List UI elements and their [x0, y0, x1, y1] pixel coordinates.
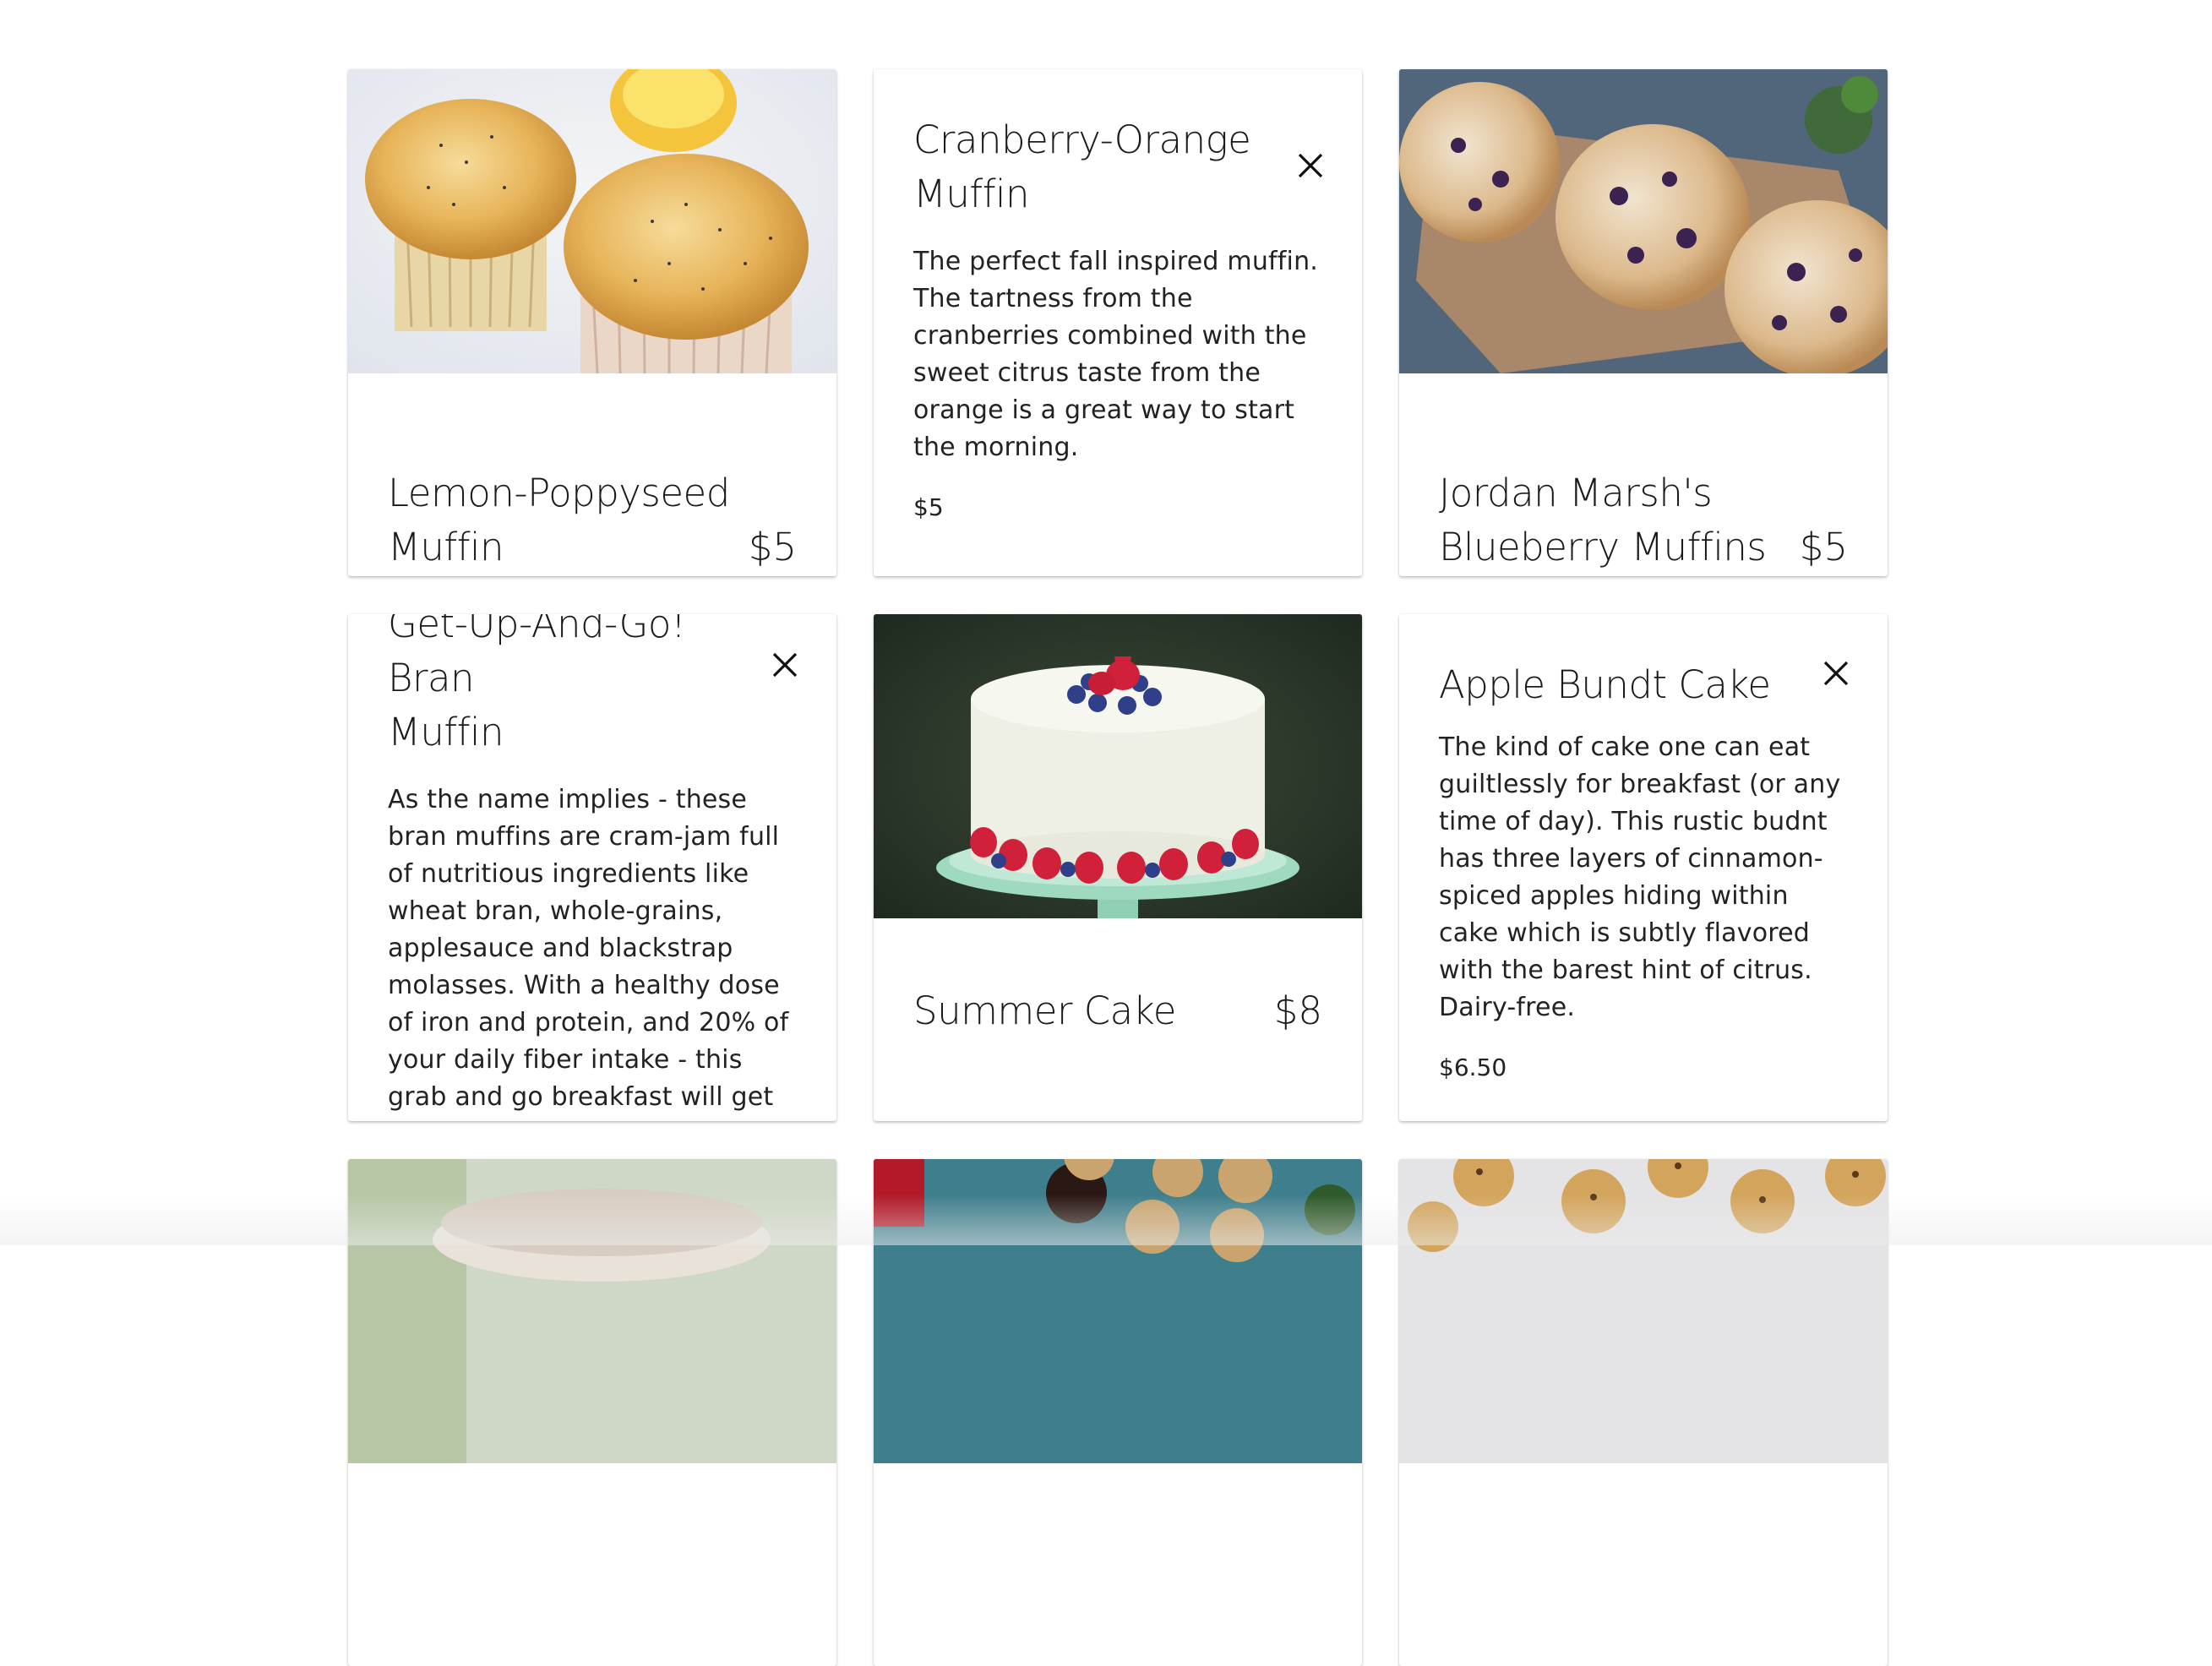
product-image — [874, 1159, 1362, 1463]
product-price: $8 — [1273, 988, 1322, 1033]
product-card-row3-3[interactable] — [1399, 1159, 1888, 1666]
product-price: $6.50 — [1439, 1054, 1507, 1081]
product-title: Get-Up-And-Go! Bran Muffin — [388, 614, 686, 754]
product-card-row3-2[interactable] — [874, 1159, 1362, 1666]
product-card-row3-1[interactable] — [348, 1159, 836, 1666]
product-title: Apple Bundt Cake — [1439, 662, 1771, 707]
close-icon — [1823, 661, 1849, 686]
product-image-summer-cake — [874, 614, 1362, 918]
product-card-bran-muffin[interactable]: Get-Up-And-Go! Bran Muffin As the name i… — [348, 614, 836, 1121]
close-icon — [772, 652, 798, 678]
product-title: Summer Cake — [913, 988, 1176, 1033]
product-card-summer-cake[interactable]: Summer Cake $8 — [874, 614, 1362, 1121]
product-price: $5 — [1799, 525, 1848, 569]
close-icon — [1298, 153, 1323, 178]
product-card-apple-bundt-cake[interactable]: Apple Bundt Cake The kind of cake one ca… — [1399, 614, 1888, 1121]
product-description: As the name implies - these bran muffins… — [388, 785, 789, 1121]
product-title: Jordan Marsh's Blueberry Muffins — [1439, 471, 1767, 569]
product-card-cranberry-orange[interactable]: Cranberry-Orange Muffin The perfect fall… — [874, 69, 1362, 576]
product-image-blueberry-muffins — [1399, 69, 1888, 373]
product-image-lemon-poppyseed — [348, 69, 836, 373]
close-button[interactable] — [765, 645, 805, 685]
product-title: Cranberry-Orange Muffin — [913, 117, 1251, 216]
product-description: The kind of cake one can eat guiltlessly… — [1439, 732, 1841, 1022]
close-button[interactable] — [1290, 145, 1331, 186]
product-price: $5 — [748, 525, 797, 569]
product-card-blueberry-muffins[interactable]: Jordan Marsh's Blueberry Muffins $5 — [1399, 69, 1888, 576]
product-title: Lemon-Poppyseed Muffin — [388, 471, 730, 569]
product-image — [1399, 1159, 1888, 1463]
close-button[interactable] — [1816, 653, 1856, 694]
product-description: The perfect fall inspired muffin. The ta… — [913, 247, 1319, 462]
product-card-lemon-poppyseed[interactable]: Lemon-Poppyseed Muffin $5 — [348, 69, 836, 576]
product-price: $5 — [913, 493, 944, 521]
product-image — [348, 1159, 836, 1463]
